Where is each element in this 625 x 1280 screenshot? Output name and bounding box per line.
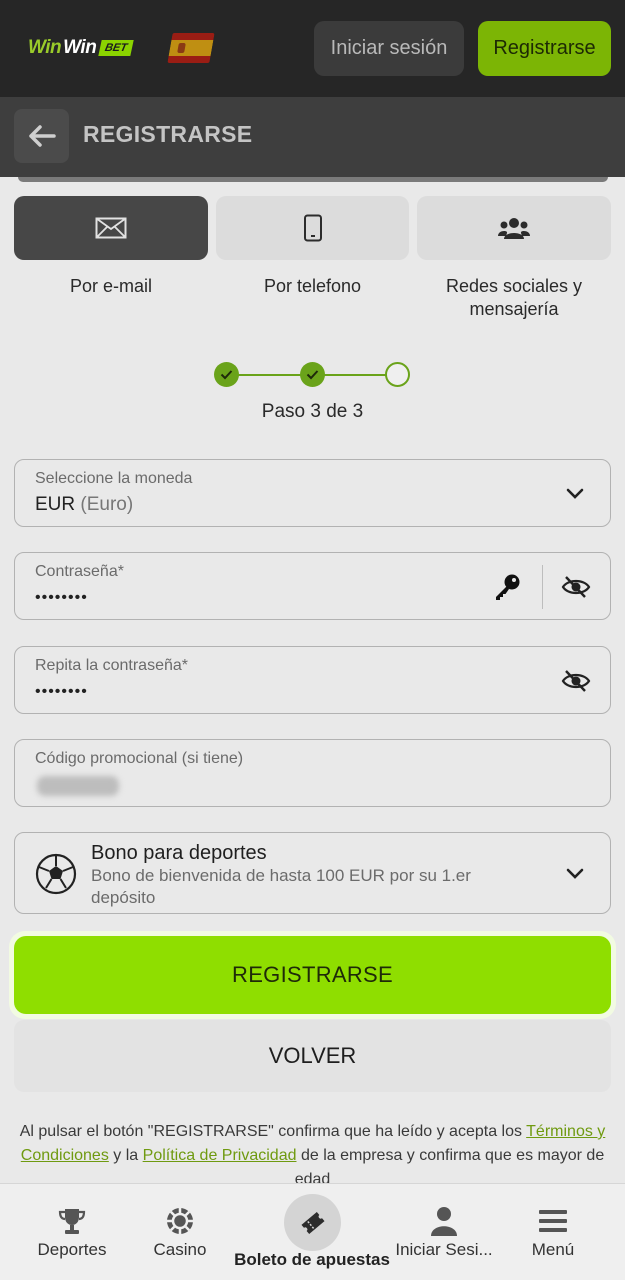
betslip-button[interactable]: [284, 1194, 341, 1251]
eye-slash-icon[interactable]: [560, 573, 592, 601]
arrow-left-icon: [28, 125, 56, 147]
spain-flag-icon[interactable]: [167, 33, 215, 63]
users-icon: [498, 218, 530, 239]
promo-code-value-blurred: [37, 776, 119, 796]
bonus-select[interactable]: Bono para deportes Bono de bienvenida de…: [14, 832, 611, 914]
tab-email[interactable]: [14, 196, 208, 260]
nav-label-betslip: Boleto de apuestas: [234, 1250, 390, 1269]
logo-text-win: Win: [28, 37, 62, 58]
terms-text-1: Al pulsar el botón "REGISTRARSE" confirm…: [19, 1123, 522, 1140]
password-value: ••••••••: [35, 589, 88, 606]
back-volver-button[interactable]: VOLVER: [14, 1020, 611, 1092]
logo-text-bet: BET: [98, 40, 135, 56]
ticket-icon: [300, 1211, 325, 1234]
eye-slash-icon[interactable]: [560, 667, 592, 695]
step-1-done: [214, 362, 239, 387]
currency-code: EUR: [35, 494, 76, 515]
logo-text-win2: Win: [63, 37, 97, 58]
check-icon: [306, 370, 319, 380]
password-repeat-value: ••••••••: [35, 683, 88, 700]
banner-strip: [18, 177, 608, 182]
step-3-current: [385, 362, 410, 387]
winwin-logo[interactable]: Win Win BET: [28, 36, 135, 60]
tab-phone-label[interactable]: Por telefono: [216, 275, 409, 298]
top-header: Win Win BET Iniciar sesión Registrarse: [0, 0, 625, 97]
envelope-icon: [95, 217, 127, 239]
bonus-title: Bono para deportes: [91, 842, 267, 864]
menu-icon: [536, 1206, 570, 1236]
user-icon: [427, 1206, 461, 1236]
field-divider: [542, 565, 543, 609]
privacy-link[interactable]: Política de Privacidad: [143, 1147, 297, 1164]
currency-select[interactable]: Seleccione la moneda EUR (Euro): [14, 459, 611, 527]
check-icon: [220, 370, 233, 380]
step-indicator-text: Paso 3 de 3: [261, 401, 364, 422]
terms-text-2: y la: [113, 1147, 139, 1164]
password-label: Contraseña*: [35, 563, 124, 580]
bonus-description: Bono de bienvenida de hasta 100 EUR por …: [91, 866, 471, 907]
tab-social[interactable]: [417, 196, 611, 260]
page-titlebar: REGISTRARSE: [0, 97, 625, 177]
password-field[interactable]: Contraseña* ••••••••: [14, 552, 611, 620]
tab-phone[interactable]: [216, 196, 409, 260]
step-progress: [214, 362, 410, 388]
login-button[interactable]: Iniciar sesión: [314, 21, 464, 76]
chevron-down-icon[interactable]: [559, 860, 591, 888]
promo-code-field[interactable]: Código promocional (si tiene): [14, 739, 611, 807]
register-submit-button[interactable]: REGISTRARSE: [14, 936, 611, 1014]
chevron-down-icon[interactable]: [559, 480, 591, 508]
nav-label-menu: Menú: [531, 1240, 575, 1259]
terms-text-3: de la empresa y confirma que es mayor de…: [294, 1147, 605, 1188]
phone-icon: [303, 214, 322, 242]
password-repeat-field[interactable]: Repita la contraseña* ••••••••: [14, 646, 611, 714]
currency-value: EUR (Euro): [35, 494, 133, 516]
currency-name: (Euro): [80, 494, 134, 515]
nav-label-casino: Casino: [153, 1240, 207, 1259]
currency-label: Seleccione la moneda: [35, 470, 193, 487]
nav-item-menu[interactable]: Menú: [508, 1184, 598, 1280]
register-submit-button-frame: REGISTRARSE: [9, 931, 616, 1019]
casino-chip-icon: [163, 1206, 197, 1236]
tab-social-label[interactable]: Redes sociales y mensajería: [417, 275, 611, 321]
nav-label-sports: Deportes: [37, 1240, 107, 1259]
step-2-done: [300, 362, 325, 387]
nav-item-login[interactable]: Iniciar Sesi...: [392, 1184, 496, 1280]
nav-item-casino[interactable]: Casino: [130, 1184, 230, 1280]
step-connector: [324, 374, 387, 376]
terms-notice: Al pulsar el botón "REGISTRARSE" confirm…: [14, 1120, 611, 1192]
password-repeat-label: Repita la contraseña*: [35, 657, 188, 674]
promo-code-label: Código promocional (si tiene): [35, 750, 244, 767]
soccer-ball-icon: [35, 853, 77, 895]
page-title: REGISTRARSE: [83, 121, 253, 147]
tab-email-label[interactable]: Por e-mail: [14, 275, 208, 298]
trophy-icon: [55, 1206, 89, 1236]
nav-label-login: Iniciar Sesi...: [395, 1240, 493, 1259]
step-connector: [238, 374, 301, 376]
register-header-button[interactable]: Registrarse: [478, 21, 611, 76]
back-button[interactable]: [14, 109, 69, 163]
key-icon[interactable]: [491, 573, 523, 601]
nav-item-sports[interactable]: Deportes: [22, 1184, 122, 1280]
